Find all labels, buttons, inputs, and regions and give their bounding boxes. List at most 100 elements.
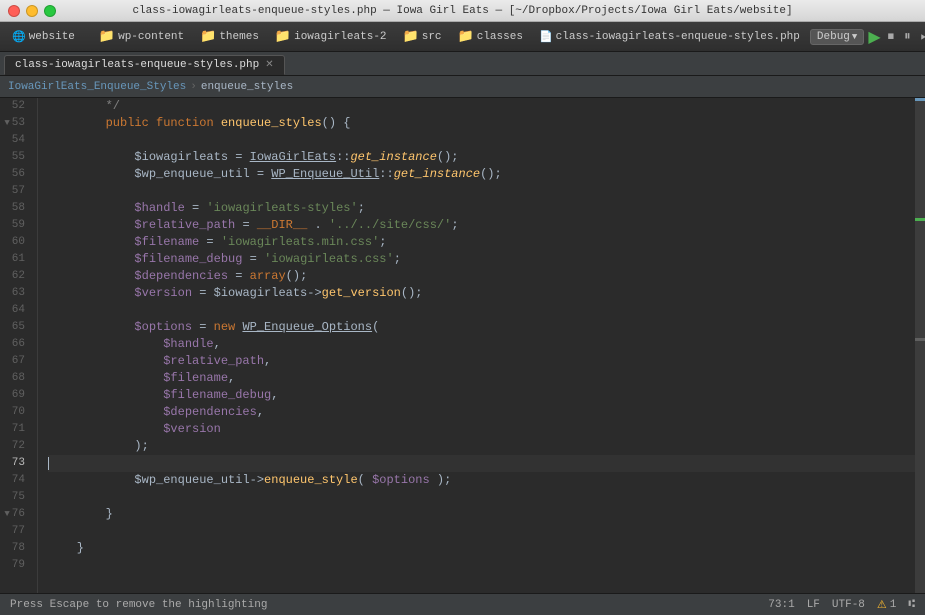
- maximize-button[interactable]: [44, 5, 56, 17]
- toolbar-icon-3[interactable]: ⏭: [918, 27, 925, 46]
- code-line-62: $dependencies = array();: [48, 268, 915, 285]
- gutter-line-68: 68: [0, 370, 31, 387]
- text-cursor: [48, 457, 49, 470]
- scroll-marker-3: [915, 338, 925, 341]
- gutter-line-62: 62: [0, 268, 31, 285]
- warning-count: 1: [890, 599, 897, 611]
- gutter-line-67: 67: [0, 353, 31, 370]
- toolbar-item-classes[interactable]: 📁 classes: [452, 27, 529, 46]
- code-line-74: $wp_enqueue_util->enqueue_style( $option…: [48, 472, 915, 489]
- close-button[interactable]: [8, 5, 20, 17]
- code-area[interactable]: */ public function enqueue_styles() { $i…: [38, 98, 915, 593]
- toolbar-item-themes[interactable]: 📁 themes: [194, 27, 265, 46]
- gutter-line-70: 70: [0, 404, 31, 421]
- gutter-line-63: 63: [0, 285, 31, 302]
- file-icon: 📄: [539, 30, 553, 44]
- line-number-gutter: 52 ▼53 54 55 56 57 58 59 60 61 62 63 64 …: [0, 98, 38, 593]
- file-tab-active[interactable]: class-iowagirleats-enqueue-styles.php ✕: [4, 55, 285, 75]
- warning-icon: ⚠: [877, 598, 887, 612]
- status-warning: ⚠ 1: [877, 598, 896, 612]
- status-bar: Press Escape to remove the highlighting …: [0, 593, 925, 615]
- cursor-position: 73:1: [768, 599, 794, 611]
- folder-icon-4: 📁: [403, 29, 419, 44]
- toolbar-right: Debug ▼ ▶ ⏹ ⏸ ⏭ ↓ → ↑ 🔧 🔍: [810, 27, 925, 47]
- gutter-line-58: 58: [0, 200, 31, 217]
- status-message: Press Escape to remove the highlighting: [10, 599, 267, 611]
- toolbar-icon-1[interactable]: ⏹: [885, 27, 898, 46]
- gutter-line-74: 74: [0, 472, 31, 489]
- gutter-line-53: ▼53: [0, 115, 31, 132]
- code-line-64: [48, 302, 915, 319]
- toolbar-item-website[interactable]: 🌐 website: [6, 28, 81, 46]
- code-line-72: );: [48, 438, 915, 455]
- breadcrumb-class[interactable]: IowaGirlEats_Enqueue_Styles: [8, 81, 186, 93]
- title-bar: class-iowagirleats-enqueue-styles.php — …: [0, 0, 925, 22]
- breadcrumb-method[interactable]: enqueue_styles: [201, 81, 293, 93]
- encoding: UTF-8: [832, 599, 865, 611]
- folder-icon-2: 📁: [200, 29, 216, 44]
- code-lines: */ public function enqueue_styles() { $i…: [38, 98, 915, 574]
- toolbar-classes-label: classes: [477, 31, 523, 43]
- toolbar-src-label: src: [422, 31, 442, 43]
- scroll-marker-2: [915, 218, 925, 221]
- code-line-66: $handle,: [48, 336, 915, 353]
- code-line-54: [48, 132, 915, 149]
- gutter-line-59: 59: [0, 217, 31, 234]
- toolbar-icon-2[interactable]: ⏸: [901, 27, 914, 46]
- toolbar-file-label: class-iowagirleats-enqueue-styles.php: [556, 31, 800, 43]
- folder-icon-5: 📁: [458, 29, 474, 44]
- run-button[interactable]: ▶: [868, 27, 880, 47]
- code-line-75: [48, 489, 915, 506]
- code-line-73: [48, 455, 915, 472]
- toolbar: 🌐 website 📁 wp-content 📁 themes 📁 iowagi…: [0, 22, 925, 52]
- gutter-line-56: 56: [0, 166, 31, 183]
- gutter-line-73: 73: [0, 455, 31, 472]
- code-line-61: $filename_debug = 'iowagirleats.css';: [48, 251, 915, 268]
- gutter-line-69: 69: [0, 387, 31, 404]
- folder-icon-3: 📁: [275, 29, 291, 44]
- code-line-65: $options = new WP_Enqueue_Options(: [48, 319, 915, 336]
- folder-icon-1: 📁: [99, 29, 115, 44]
- code-line-76: }: [48, 506, 915, 523]
- editor-main: 52 ▼53 54 55 56 57 58 59 60 61 62 63 64 …: [0, 98, 925, 593]
- gutter-line-64: 64: [0, 302, 31, 319]
- code-line-60: $filename = 'iowagirleats.min.css';: [48, 234, 915, 251]
- gutter-line-77: 77: [0, 523, 31, 540]
- gutter-line-78: 78: [0, 540, 31, 557]
- code-52-content: */: [48, 98, 120, 115]
- fold-icon-53[interactable]: ▼: [4, 115, 9, 132]
- code-line-59: $relative_path = __DIR__ . '../../site/c…: [48, 217, 915, 234]
- fold-icon-76[interactable]: ▼: [4, 506, 9, 523]
- gutter-line-55: 55: [0, 149, 31, 166]
- traffic-lights[interactable]: [8, 5, 56, 17]
- website-icon: 🌐: [12, 30, 26, 44]
- code-line-57: [48, 183, 915, 200]
- gutter-line-60: 60: [0, 234, 31, 251]
- gutter-line-52: 52: [0, 98, 31, 115]
- debug-button[interactable]: Debug ▼: [810, 29, 864, 45]
- window-title: class-iowagirleats-enqueue-styles.php — …: [132, 5, 792, 17]
- minimize-button[interactable]: [26, 5, 38, 17]
- scroll-marker-1: [915, 98, 925, 101]
- toolbar-website-label: website: [29, 31, 75, 43]
- code-line-58: $handle = 'iowagirleats-styles';: [48, 200, 915, 217]
- gutter-line-61: 61: [0, 251, 31, 268]
- code-line-79: [48, 557, 915, 574]
- code-line-52: */: [48, 98, 915, 115]
- status-right: 73:1 LF UTF-8 ⚠ 1 ⑆: [768, 598, 915, 612]
- breadcrumb: IowaGirlEats_Enqueue_Styles › enqueue_st…: [0, 76, 925, 98]
- gutter-line-57: 57: [0, 183, 31, 200]
- gutter-line-75: 75: [0, 489, 31, 506]
- debug-chevron-icon: ▼: [852, 32, 857, 42]
- file-tab-close-icon[interactable]: ✕: [265, 59, 273, 71]
- debug-label: Debug: [817, 31, 850, 43]
- toolbar-item-file[interactable]: 📄 class-iowagirleats-enqueue-styles.php: [533, 28, 806, 46]
- gutter-line-79: 79: [0, 557, 31, 574]
- toolbar-wp-content-label: wp-content: [118, 31, 184, 43]
- gutter-line-76: ▼76: [0, 506, 31, 523]
- toolbar-item-wp-content[interactable]: 📁 wp-content: [93, 27, 190, 46]
- breadcrumb-separator: ›: [190, 81, 197, 93]
- toolbar-item-src[interactable]: 📁 src: [397, 27, 448, 46]
- toolbar-item-iowagirleats[interactable]: 📁 iowagirleats-2: [269, 27, 393, 46]
- code-line-55: $iowagirleats = IowaGirlEats::get_instan…: [48, 149, 915, 166]
